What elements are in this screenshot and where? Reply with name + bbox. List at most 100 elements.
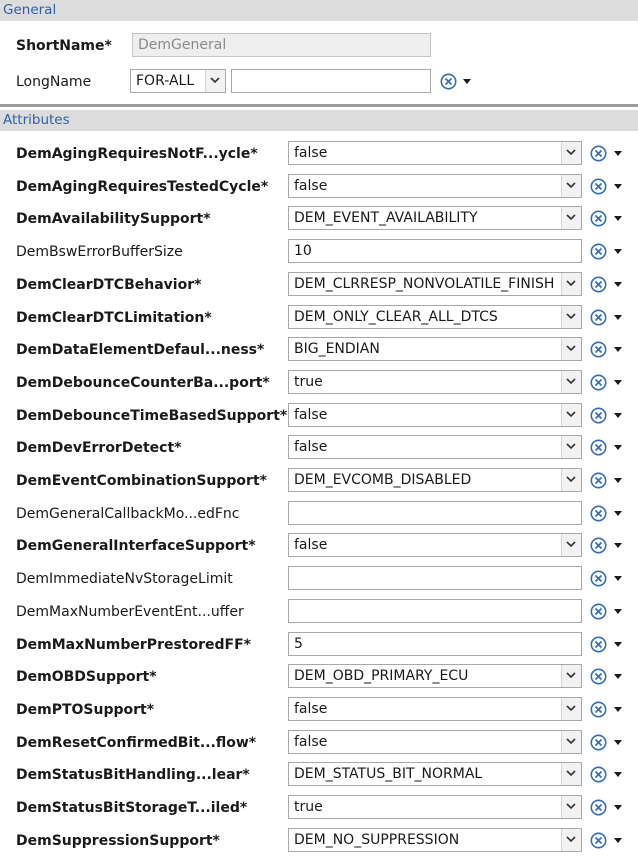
reset-default-icon[interactable] <box>590 701 607 718</box>
reset-default-icon[interactable] <box>590 243 607 260</box>
attribute-input[interactable] <box>288 501 582 525</box>
longname-label: LongName <box>16 74 92 90</box>
chevron-down-icon <box>561 534 581 556</box>
chevron-down-icon <box>561 796 581 818</box>
dropdown-menu-icon[interactable] <box>614 151 622 156</box>
chevron-down-icon <box>561 436 581 458</box>
reset-default-icon[interactable] <box>590 766 607 783</box>
attribute-label: DemStatusBitHandling...lear* <box>16 767 250 783</box>
attribute-select[interactable]: false <box>288 730 582 754</box>
reset-default-icon[interactable] <box>590 309 607 326</box>
attribute-label: DemAvailabilitySupport* <box>16 211 211 227</box>
attribute-select[interactable]: false <box>288 403 582 427</box>
attribute-value: false <box>294 145 328 161</box>
attribute-input[interactable] <box>288 599 582 623</box>
attribute-value: DEM_EVENT_AVAILABILITY <box>294 210 478 226</box>
attribute-value: DEM_EVCOMB_DISABLED <box>294 472 472 488</box>
dropdown-menu-icon[interactable] <box>614 576 622 581</box>
dropdown-menu-icon[interactable] <box>614 347 622 352</box>
attribute-select[interactable]: true <box>288 370 582 394</box>
attribute-select[interactable]: false <box>288 533 582 557</box>
attribute-value: BIG_ENDIAN <box>294 341 380 357</box>
reset-default-icon[interactable] <box>590 537 607 554</box>
general-section-header[interactable]: General <box>0 0 638 21</box>
reset-default-icon[interactable] <box>590 505 607 522</box>
reset-default-icon[interactable] <box>590 472 607 489</box>
chevron-down-icon <box>561 469 581 491</box>
attribute-value: true <box>294 374 323 390</box>
chevron-down-icon <box>561 698 581 720</box>
attribute-label: DemAgingRequiresTestedCycle* <box>16 179 269 195</box>
reset-default-icon[interactable] <box>590 570 607 587</box>
attribute-select[interactable]: DEM_OBD_PRIMARY_ECU <box>288 664 582 688</box>
attribute-label: DemMaxNumberEventEnt...uffer <box>16 604 244 620</box>
attributes-section-header[interactable]: Attributes <box>0 110 638 131</box>
reset-default-icon[interactable] <box>590 407 607 424</box>
attribute-select[interactable]: DEM_EVENT_AVAILABILITY <box>288 206 582 230</box>
dropdown-menu-icon[interactable] <box>614 315 622 320</box>
dropdown-menu-icon[interactable] <box>614 642 622 647</box>
dropdown-menu-icon[interactable] <box>614 772 622 777</box>
longname-language-select[interactable]: FOR-ALL <box>130 69 226 93</box>
reset-default-icon[interactable] <box>590 799 607 816</box>
section-divider <box>0 104 638 107</box>
chevron-down-icon <box>561 273 581 295</box>
reset-default-icon[interactable] <box>590 439 607 456</box>
dropdown-menu-icon[interactable] <box>614 249 622 254</box>
attribute-select[interactable]: BIG_ENDIAN <box>288 337 582 361</box>
dropdown-menu-icon[interactable] <box>614 805 622 810</box>
attribute-label: DemDevErrorDetect* <box>16 440 182 456</box>
attribute-label: DemBswErrorBufferSize <box>16 244 183 260</box>
dropdown-menu-icon[interactable] <box>614 478 622 483</box>
attribute-select[interactable]: false <box>288 141 582 165</box>
dropdown-menu-icon[interactable] <box>614 282 622 287</box>
dropdown-menu-icon[interactable] <box>614 609 622 614</box>
longname-input[interactable] <box>231 69 431 93</box>
dropdown-menu-icon[interactable] <box>614 413 622 418</box>
reset-default-icon[interactable] <box>590 832 607 849</box>
reset-default-icon[interactable] <box>590 636 607 653</box>
attribute-input[interactable] <box>288 566 582 590</box>
reset-default-icon[interactable] <box>590 145 607 162</box>
attribute-input[interactable]: 10 <box>288 239 582 263</box>
attribute-select[interactable]: false <box>288 174 582 198</box>
reset-default-icon[interactable] <box>440 73 457 90</box>
chevron-down-icon <box>561 306 581 328</box>
reset-default-icon[interactable] <box>590 178 607 195</box>
attribute-select[interactable]: DEM_NO_SUPPRESSION <box>288 828 582 852</box>
chevron-down-icon <box>561 731 581 753</box>
reset-default-icon[interactable] <box>590 276 607 293</box>
attribute-label: DemDebounceCounterBa...port* <box>16 375 270 391</box>
dropdown-menu-icon[interactable] <box>614 380 622 385</box>
dropdown-menu-icon[interactable] <box>614 543 622 548</box>
attribute-select[interactable]: false <box>288 697 582 721</box>
dropdown-menu-icon[interactable] <box>463 79 471 84</box>
attribute-value: false <box>294 178 328 194</box>
dropdown-menu-icon[interactable] <box>614 838 622 843</box>
attribute-select[interactable]: false <box>288 435 582 459</box>
reset-default-icon[interactable] <box>590 374 607 391</box>
dropdown-menu-icon[interactable] <box>614 674 622 679</box>
attribute-select[interactable]: true <box>288 795 582 819</box>
chevron-down-icon <box>561 175 581 197</box>
chevron-down-icon <box>561 142 581 164</box>
attribute-label: DemAgingRequiresNotF...ycle* <box>16 146 258 162</box>
reset-default-icon[interactable] <box>590 341 607 358</box>
dropdown-menu-icon[interactable] <box>614 216 622 221</box>
reset-default-icon[interactable] <box>590 668 607 685</box>
attribute-value: false <box>294 734 328 750</box>
dropdown-menu-icon[interactable] <box>614 184 622 189</box>
reset-default-icon[interactable] <box>590 734 607 751</box>
attribute-select[interactable]: DEM_STATUS_BIT_NORMAL <box>288 762 582 786</box>
reset-default-icon[interactable] <box>590 210 607 227</box>
dropdown-menu-icon[interactable] <box>614 511 622 516</box>
attribute-input[interactable]: 5 <box>288 632 582 656</box>
attribute-select[interactable]: DEM_CLRRESP_NONVOLATILE_FINISH <box>288 272 582 296</box>
dropdown-menu-icon[interactable] <box>614 740 622 745</box>
dropdown-menu-icon[interactable] <box>614 445 622 450</box>
attribute-select[interactable]: DEM_EVCOMB_DISABLED <box>288 468 582 492</box>
attribute-select[interactable]: DEM_ONLY_CLEAR_ALL_DTCS <box>288 305 582 329</box>
dropdown-menu-icon[interactable] <box>614 707 622 712</box>
reset-default-icon[interactable] <box>590 603 607 620</box>
attribute-label: DemStatusBitStorageT...iled* <box>16 800 248 816</box>
